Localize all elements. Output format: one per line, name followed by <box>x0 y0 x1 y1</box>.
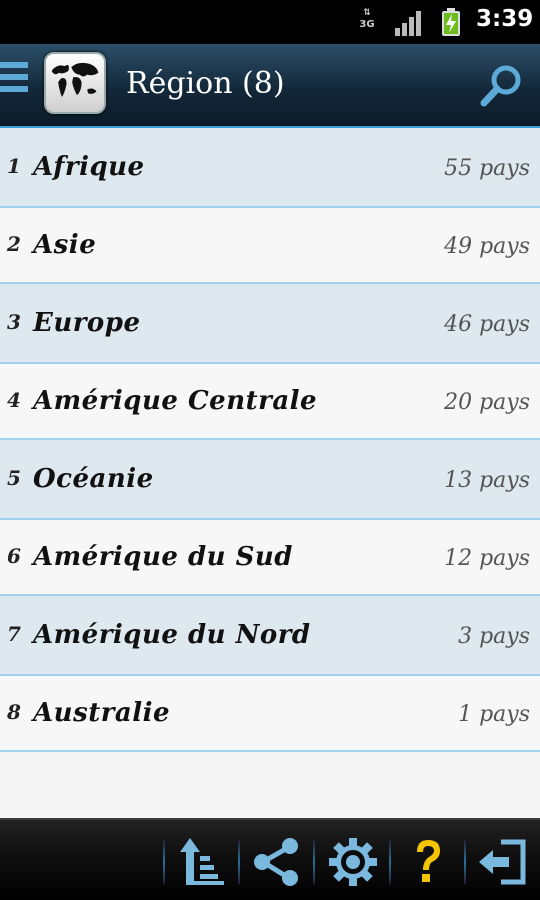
region-name: Asie <box>33 230 97 260</box>
bottom-toolbar <box>0 818 540 900</box>
country-count: 46 pays <box>444 312 530 337</box>
signal-icon <box>395 11 421 36</box>
row-number: 1 <box>7 154 21 178</box>
country-count: 49 pays <box>444 234 530 259</box>
country-count: 1 pays <box>458 702 530 727</box>
region-name: Afrique <box>33 152 145 182</box>
row-number: 7 <box>7 622 21 646</box>
region-name: Amérique du Sud <box>33 542 293 572</box>
list-item[interactable]: 5 Océanie 13 pays <box>0 440 540 520</box>
region-name: Océanie <box>33 464 154 494</box>
network-icon: ⇅ 3G <box>359 8 375 30</box>
status-bar: ⇅ 3G 3:39 <box>0 0 540 44</box>
clock: 3:39 <box>476 6 534 32</box>
settings-icon[interactable] <box>323 832 383 892</box>
action-bar: Région (8) <box>0 44 540 128</box>
country-count: 3 pays <box>458 624 530 649</box>
row-number: 2 <box>7 232 21 256</box>
help-icon[interactable] <box>398 832 458 892</box>
drawer-icon[interactable] <box>0 62 30 108</box>
world-map-icon[interactable] <box>44 52 106 114</box>
share-icon[interactable] <box>247 832 307 892</box>
page-title: Région (8) <box>126 66 285 101</box>
battery-icon <box>442 8 460 36</box>
separator <box>313 840 315 884</box>
region-name: Amérique Centrale <box>33 386 318 416</box>
region-list: 1 Afrique 55 pays 2 Asie 49 pays 3 Europ… <box>0 128 540 818</box>
list-item[interactable]: 1 Afrique 55 pays <box>0 128 540 208</box>
list-item[interactable]: 2 Asie 49 pays <box>0 208 540 284</box>
row-number: 6 <box>7 544 21 568</box>
separator <box>464 840 466 884</box>
list-item[interactable]: 3 Europe 46 pays <box>0 284 540 364</box>
row-number: 8 <box>7 700 21 724</box>
exit-icon[interactable] <box>473 832 533 892</box>
list-item[interactable]: 7 Amérique du Nord 3 pays <box>0 596 540 676</box>
row-number: 5 <box>7 466 21 490</box>
region-name: Europe <box>33 308 141 338</box>
list-item[interactable]: 4 Amérique Centrale 20 pays <box>0 364 540 440</box>
separator <box>163 840 165 884</box>
separator <box>238 840 240 884</box>
country-count: 12 pays <box>444 546 530 571</box>
separator <box>389 840 391 884</box>
row-number: 4 <box>7 388 21 412</box>
region-name: Australie <box>33 698 171 728</box>
list-item[interactable]: 6 Amérique du Sud 12 pays <box>0 520 540 596</box>
list-item[interactable]: 8 Australie 1 pays <box>0 676 540 752</box>
country-count: 55 pays <box>444 156 530 181</box>
row-number: 3 <box>7 310 21 334</box>
country-count: 20 pays <box>444 390 530 415</box>
region-name: Amérique du Nord <box>33 620 311 650</box>
search-icon[interactable] <box>478 62 526 110</box>
country-count: 13 pays <box>444 468 530 493</box>
sort-icon[interactable] <box>172 832 232 892</box>
